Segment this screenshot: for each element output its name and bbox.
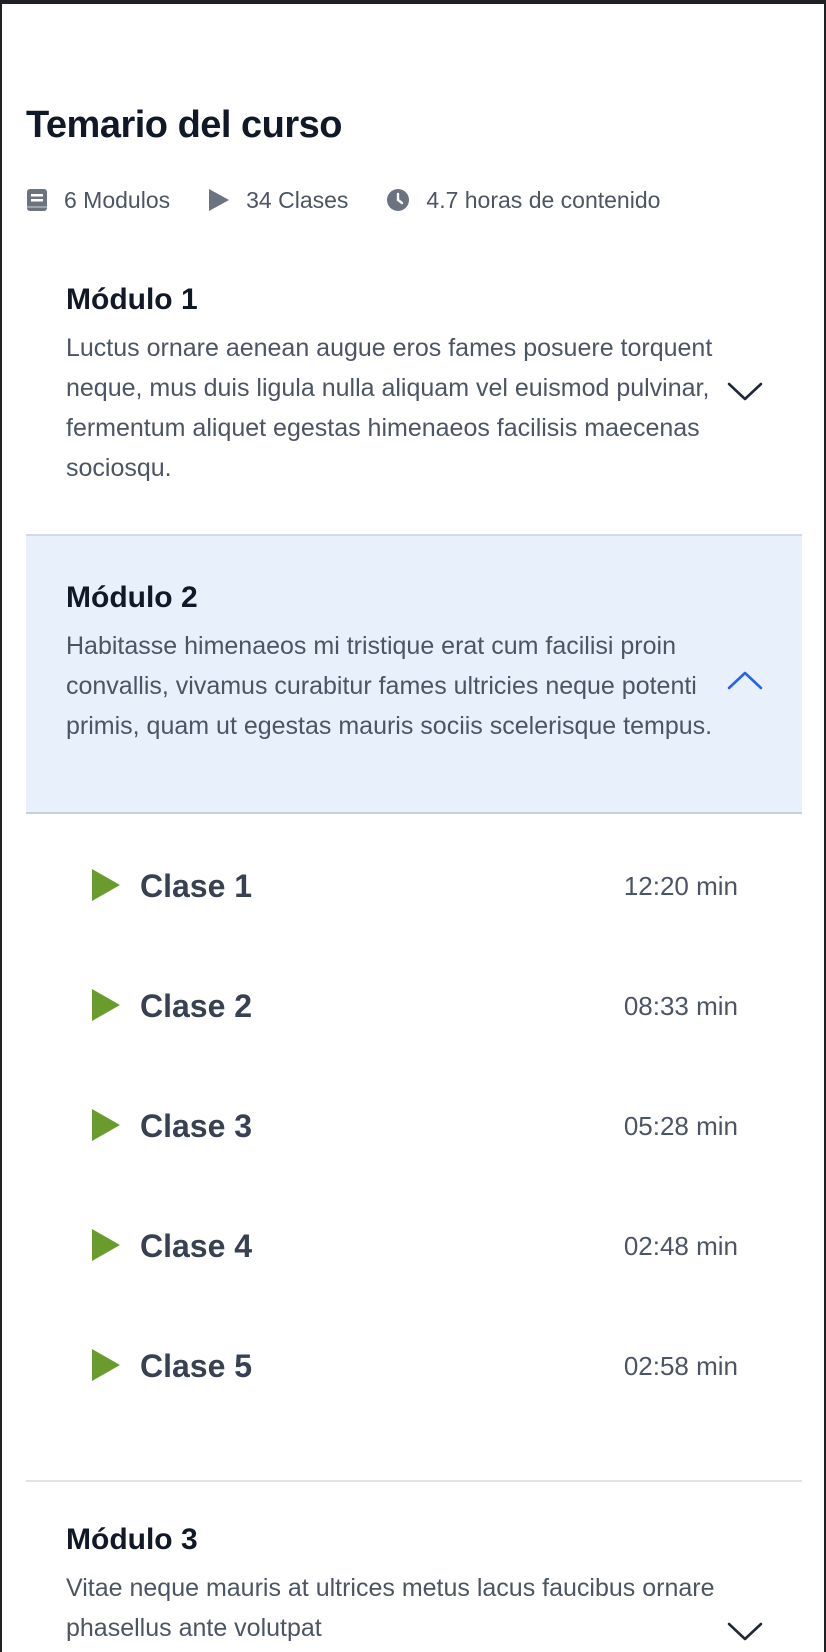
lesson-title[interactable]: Clase 4 xyxy=(140,1226,252,1266)
stat-classes: 34 Clases xyxy=(208,187,348,214)
lesson-list: Clase 1 12:20 min Clase 2 08:33 min Clas… xyxy=(26,816,802,1482)
lesson-item[interactable]: Clase 3 05:28 min xyxy=(26,1096,802,1156)
module-title: Módulo 3 xyxy=(66,1523,198,1556)
lesson-duration: 02:58 min xyxy=(623,1351,738,1381)
stat-classes-text: 34 Clases xyxy=(246,186,349,213)
module-description: Habitasse himenaeos mi tristique erat cu… xyxy=(66,632,713,740)
course-stats: 6 Modulos 34 Clases 4.7 horas de conteni… xyxy=(26,184,660,216)
book-icon xyxy=(26,188,48,212)
page-title: Temario del curso xyxy=(26,104,343,146)
module-1[interactable]: Módulo 1 Luctus ornare aenean augue eros… xyxy=(26,282,802,488)
lesson-duration: 05:28 min xyxy=(623,1111,738,1141)
play-icon[interactable] xyxy=(90,988,122,1022)
module-title: Módulo 2 xyxy=(66,581,198,614)
module-header[interactable]: Módulo 1 Luctus ornare aenean augue eros… xyxy=(26,282,802,488)
chevron-up-icon[interactable] xyxy=(726,668,764,692)
module-description: Luctus ornare aenean augue eros fames po… xyxy=(66,334,713,482)
lesson-title[interactable]: Clase 5 xyxy=(140,1346,252,1386)
module-2[interactable]: Módulo 2 Habitasse himenaeos mi tristiqu… xyxy=(26,534,802,814)
lesson-title[interactable]: Clase 3 xyxy=(140,1106,252,1146)
chevron-down-icon[interactable] xyxy=(726,1620,764,1644)
lesson-item[interactable]: Clase 2 08:33 min xyxy=(26,976,802,1036)
module-description: Vitae neque mauris at ultrices metus lac… xyxy=(66,1574,715,1642)
lesson-duration: 02:48 min xyxy=(623,1231,738,1261)
stat-modules-text: 6 Modulos xyxy=(64,186,171,213)
play-icon[interactable] xyxy=(90,1348,122,1382)
play-icon[interactable] xyxy=(90,1108,122,1142)
stat-modules: 6 Modulos xyxy=(26,187,170,214)
module-title: Módulo 1 xyxy=(66,283,198,316)
lesson-duration: 12:20 min xyxy=(623,871,738,901)
chevron-down-icon[interactable] xyxy=(726,380,764,404)
lesson-item[interactable]: Clase 4 02:48 min xyxy=(26,1216,802,1276)
play-icon[interactable] xyxy=(90,1228,122,1262)
module-header[interactable]: Módulo 3 Vitae neque mauris at ultrices … xyxy=(26,1522,802,1648)
lesson-title[interactable]: Clase 1 xyxy=(140,866,252,906)
play-icon[interactable] xyxy=(90,868,122,902)
lesson-duration: 08:33 min xyxy=(623,991,738,1021)
clock-icon xyxy=(386,188,410,212)
lesson-title[interactable]: Clase 2 xyxy=(140,986,252,1026)
module-3[interactable]: Módulo 3 Vitae neque mauris at ultrices … xyxy=(26,1522,802,1648)
play-icon xyxy=(208,188,230,212)
stat-duration-text: 4.7 horas de contenido xyxy=(426,186,661,213)
lesson-item[interactable]: Clase 5 02:58 min xyxy=(26,1336,802,1396)
lesson-item[interactable]: Clase 1 12:20 min xyxy=(26,856,802,916)
course-syllabus: Temario del curso 6 Modulos 34 Clases 4.… xyxy=(2,4,824,1652)
stat-duration: 4.7 horas de contenido xyxy=(386,187,660,214)
module-header[interactable]: Módulo 2 Habitasse himenaeos mi tristiqu… xyxy=(26,536,802,746)
